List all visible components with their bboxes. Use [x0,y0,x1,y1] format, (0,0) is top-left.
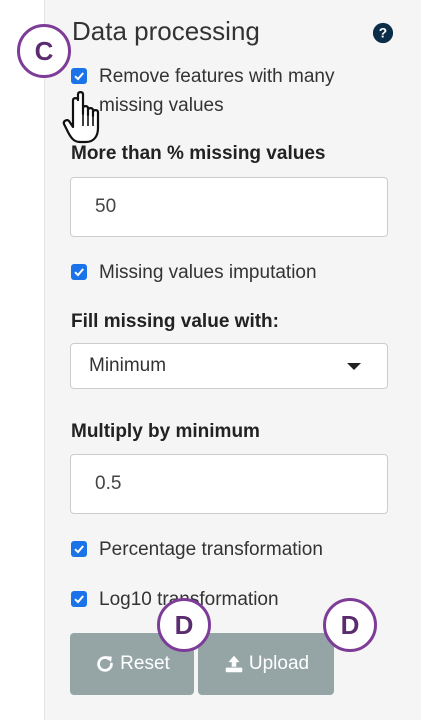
percentage-checkbox[interactable] [71,541,87,557]
fill-missing-selected: Minimum [89,355,167,376]
fill-missing-select[interactable]: Minimum [70,343,388,389]
annotation-badge-d-upload: D [323,598,377,652]
remove-features-label: Remove features with many missing values [99,62,335,120]
fill-missing-label: Fill missing value with: [71,311,279,332]
svg-text:?: ? [379,26,387,41]
reset-label: Reset [120,653,170,674]
check-icon [74,268,84,277]
upload-icon [225,655,243,673]
multiply-input[interactable]: 0.5 [70,454,388,514]
log10-checkbox[interactable] [71,591,87,607]
upload-button[interactable]: Upload [198,633,334,695]
imputation-label: Missing values imputation [99,262,317,283]
check-icon [74,72,84,81]
remove-features-label-line2: missing values [99,95,224,116]
annotation-badge-c: C [17,24,71,78]
caret-down-icon [347,363,361,370]
question-circle-icon[interactable]: ? [372,22,394,44]
percentage-label: Percentage transformation [99,539,323,560]
refresh-icon [97,656,113,672]
left-margin [0,0,44,720]
check-icon [74,595,84,604]
annotation-badge-d-reset: D [157,598,211,652]
hand-cursor-icon [62,91,100,144]
multiply-label: Multiply by minimum [71,421,260,442]
missing-threshold-input[interactable]: 50 [70,177,388,237]
check-icon [74,545,84,554]
imputation-checkbox[interactable] [71,264,87,280]
upload-label: Upload [248,653,310,674]
remove-features-label-line1: Remove features with many [99,66,335,87]
panel-title: Data processing [72,16,260,46]
remove-features-checkbox[interactable] [71,68,87,84]
